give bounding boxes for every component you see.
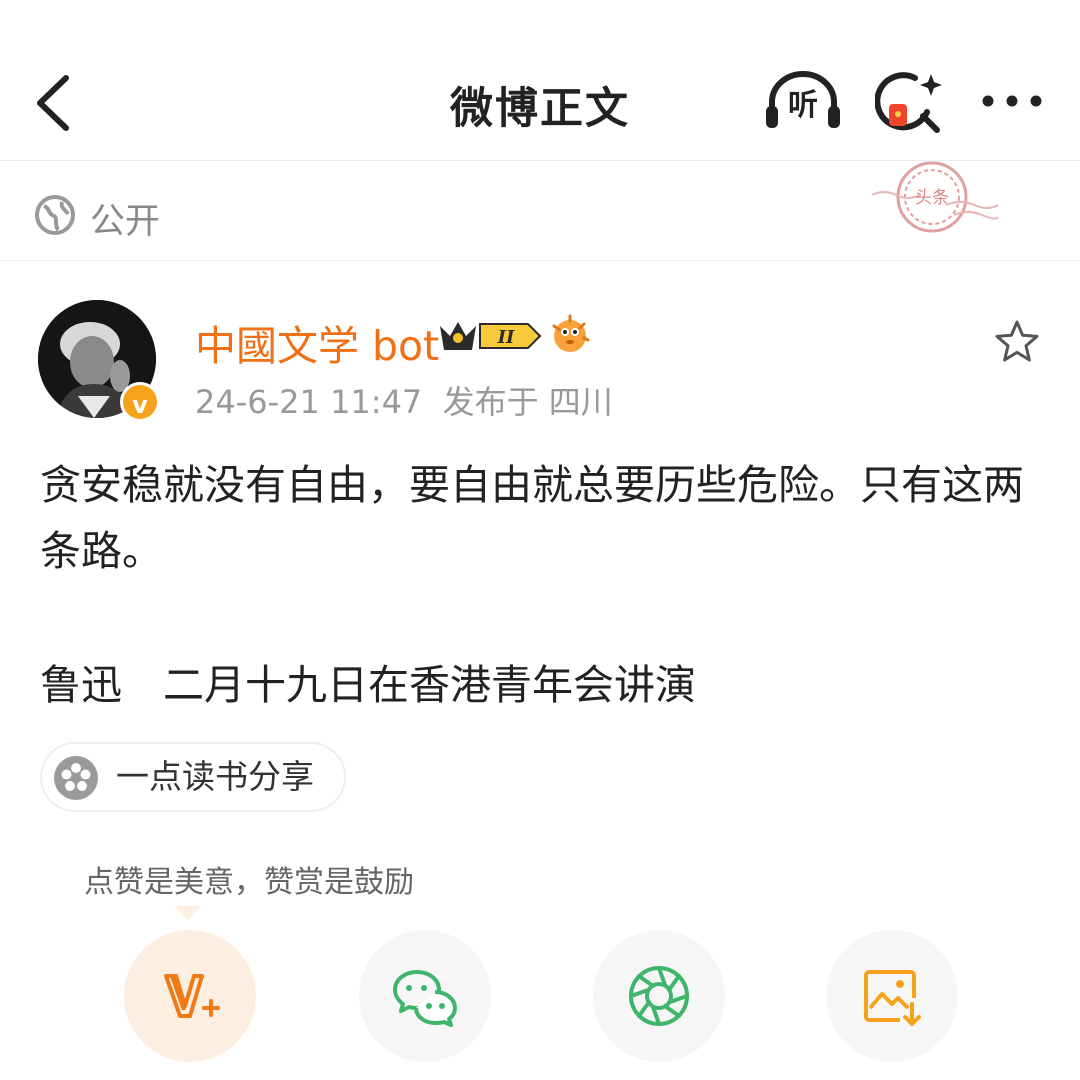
weibo-plus-button[interactable]: [124, 930, 256, 1062]
camera-aperture-icon: [629, 966, 689, 1026]
post-time: 24-6-21 11:47: [195, 383, 423, 421]
author-name[interactable]: 中國文学 bot: [195, 312, 439, 372]
verified-badge: v: [120, 382, 160, 422]
share-moments-button[interactable]: [593, 930, 725, 1062]
listen-button[interactable]: 听: [764, 70, 842, 130]
v-plus-icon: [164, 974, 220, 1018]
pufferfish-icon: [552, 314, 590, 352]
globe-icon: [35, 195, 75, 235]
visibility-label: 公开: [90, 202, 161, 242]
post-content: 贪安稳就没有自由，要自由就总要历些危险。只有这两条路。 鲁迅 二月十九日在香港青…: [40, 452, 1040, 718]
save-image-icon: [864, 970, 921, 1026]
ai-search-icon[interactable]: [875, 70, 945, 136]
more-options-icon[interactable]: [980, 86, 1044, 116]
svg-text:II: II: [497, 327, 515, 348]
post-location: 发布于 四川: [442, 383, 613, 421]
save-image-button[interactable]: [826, 930, 958, 1062]
post-meta: 24-6-21 11:47 发布于 四川: [195, 377, 613, 423]
headline-stamp: 头条: [871, 161, 999, 233]
favorite-star-icon[interactable]: [993, 318, 1041, 366]
post-paragraph: 贪安稳就没有自由，要自由就总要历些危险。只有这两条路。: [40, 461, 1024, 575]
reward-hint: 点赞是美意，赞赏是鼓励: [84, 865, 414, 900]
post-paragraph: 鲁迅 二月十九日在香港青年会讲演: [40, 661, 696, 709]
hint-pointer: [174, 906, 202, 920]
member-crown-badge: II: [440, 322, 542, 350]
listen-label: 听: [788, 88, 818, 123]
svg-text:头条: 头条: [915, 188, 949, 208]
wechat-icon: [393, 970, 457, 1027]
topic-tag-label: 一点读书分享: [116, 757, 314, 796]
flower-tag-icon: [54, 756, 98, 800]
share-wechat-button[interactable]: [359, 930, 491, 1062]
